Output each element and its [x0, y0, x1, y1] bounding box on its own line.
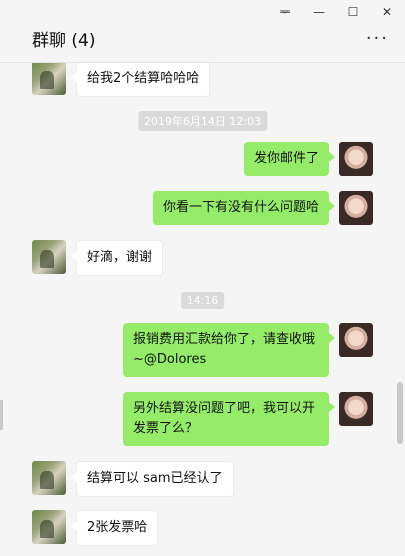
minimize-icon[interactable]: — — [309, 4, 329, 20]
incoming-message: 给我2个结算哈哈哈 — [70, 63, 211, 97]
avatar[interactable] — [339, 392, 373, 426]
avatar[interactable] — [339, 323, 373, 357]
avatar[interactable] — [32, 63, 66, 95]
message-list[interactable]: 给我2个结算哈哈哈 2019年6月14日 12:03 发你邮件了 你看一下有没有… — [0, 63, 405, 556]
incoming-message: 好滴，谢谢 — [70, 240, 164, 276]
timestamp: 2019年6月14日 12:03 — [137, 111, 268, 131]
incoming-message: 2张发票哈 — [70, 510, 159, 546]
avatar[interactable] — [339, 191, 373, 225]
scrollbar[interactable] — [397, 382, 403, 444]
avatar[interactable] — [32, 461, 66, 495]
more-options-icon[interactable]: ··· — [366, 28, 389, 49]
avatar[interactable] — [339, 142, 373, 176]
outgoing-message: 另外结算没问题了吧，我可以开发票了么？ — [123, 392, 335, 446]
pin-icon[interactable]: ᆓ — [275, 4, 295, 20]
avatar[interactable] — [32, 510, 66, 544]
maximize-icon[interactable]: ☐ — [343, 4, 363, 20]
chat-title: 群聊 (4) — [32, 31, 96, 51]
timestamp: 14:16 — [180, 292, 225, 309]
avatar[interactable] — [32, 240, 66, 274]
outgoing-message: 你看一下有没有什么问题哈 — [152, 191, 336, 225]
incoming-message: 结算可以 sam已经认了 — [71, 461, 234, 497]
window-controls: ᆓ — ☐ ✕ — [275, 4, 397, 20]
chat-window: 群聊 (4) ··· ᆓ — ☐ ✕ 给我2个结算哈哈哈 2019年6月14日 … — [0, 0, 405, 556]
outgoing-message: 报销费用汇款给你了，请查收哦~@Dolores — [123, 323, 335, 377]
close-icon[interactable]: ✕ — [377, 4, 397, 20]
outgoing-message: 发你邮件了 — [243, 142, 336, 176]
resize-handle[interactable] — [0, 400, 3, 430]
